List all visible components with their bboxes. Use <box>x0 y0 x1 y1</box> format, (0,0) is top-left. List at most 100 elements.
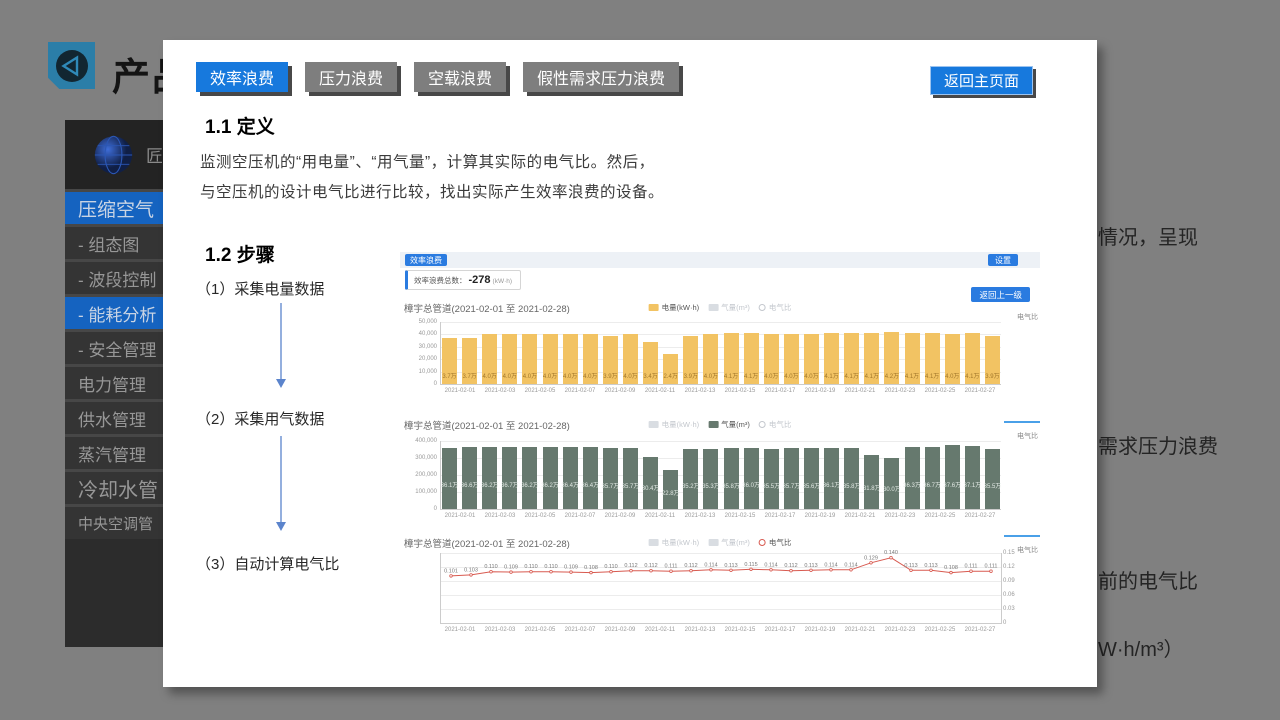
plot-area: 50,00040,00030,00020,00010,00003.7万3.7万4… <box>440 322 1001 385</box>
bar-value-label: 4.0万 <box>523 371 537 380</box>
legend-label: 电气比 <box>769 419 792 430</box>
legend-label: 气量(m³) <box>721 419 750 430</box>
y-tick-label: 300,000 <box>403 455 437 461</box>
bar-value-label: 4.0万 <box>543 371 557 380</box>
right-axis-label: 电气比 <box>1017 312 1038 322</box>
y-tick-label: 0 <box>1003 620 1033 626</box>
content-panel: 效率浪费压力浪费空载浪费假性需求压力浪费 返回主页面 1.1 定义 监测空压机的… <box>163 40 1097 687</box>
bar-value-label: 37.6万 <box>943 480 961 489</box>
x-tick-label: 2021-02-13 <box>680 388 720 394</box>
legend-circle-swatch <box>759 421 766 428</box>
y-tick-label: 100,000 <box>403 489 437 495</box>
x-tick-label: 2021-02-23 <box>880 513 920 519</box>
svg-text:0.103: 0.103 <box>464 567 478 573</box>
cut-text-fragment: 前的电气比 <box>1098 565 1198 594</box>
bar: 4.1万 <box>925 333 940 384</box>
x-tick-label: 2021-02-07 <box>560 388 600 394</box>
bar: 36.7万 <box>925 447 940 509</box>
bar-value-label: 4.2万 <box>885 371 899 380</box>
step-2: （2）采集用气数据 <box>196 408 324 429</box>
svg-text:0.111: 0.111 <box>665 564 678 570</box>
tab-inactive[interactable]: 假性需求压力浪费 <box>523 62 679 92</box>
line-series: 0.1010.1030.1100.1090.1100.1100.1090.108… <box>441 553 1001 623</box>
bar-value-label: 36.7万 <box>923 480 941 489</box>
bar-value-label: 36.0万 <box>742 480 760 489</box>
y-tick-label: 0.06 <box>1003 592 1033 598</box>
definition-line: 监测空压机的“用电量”、“用气量”，计算其实际的电气比。然后， <box>200 148 664 178</box>
y-tick-label: 400,000 <box>403 438 437 444</box>
bar: 3.7万 <box>442 338 457 384</box>
sidebar-item[interactable]: 蒸汽管理 <box>65 434 163 469</box>
bar: 4.0万 <box>764 334 779 384</box>
y-tick-label: 30,000 <box>403 344 437 350</box>
chart-title: 樟宇总管道(2021-02-01 至 2021-02-28) <box>404 418 570 432</box>
svg-text:0.113: 0.113 <box>724 563 737 569</box>
return-home-button[interactable]: 返回主页面 <box>930 66 1033 95</box>
x-tick-label: 2021-02-05 <box>520 513 560 519</box>
x-tick-label: 2021-02-21 <box>840 388 880 394</box>
x-tick-label: 2021-02-19 <box>800 627 840 633</box>
bar-value-label: 3.7万 <box>442 371 456 380</box>
bar-value-label: 3.7万 <box>462 371 476 380</box>
x-tick-label: 2021-02-15 <box>720 513 760 519</box>
x-tick-label: 2021-02-11 <box>640 627 680 633</box>
bar-value-label: 4.0万 <box>563 371 577 380</box>
bar: 30.0万 <box>884 458 899 509</box>
bar-value-label: 35.3万 <box>702 481 720 490</box>
sidebar-item[interactable]: - 组态图 <box>65 224 163 259</box>
svg-text:0.109: 0.109 <box>504 565 518 571</box>
plot-area: 0.150.120.090.060.0300.1010.1030.1100.10… <box>440 553 1002 624</box>
sidebar-item[interactable]: 供水管理 <box>65 399 163 434</box>
legend-label: 电气比 <box>769 302 792 313</box>
back-icon[interactable] <box>48 42 95 89</box>
bar-value-label: 36.1万 <box>823 480 841 489</box>
bar-value-label: 36.2万 <box>521 480 539 489</box>
app-tab-efficiency-waste[interactable]: 效率浪费 <box>405 254 447 266</box>
bar: 35.7万 <box>623 448 638 509</box>
bar: 4.2万 <box>884 332 899 384</box>
x-tick-label: 2021-02-27 <box>960 388 1000 394</box>
tab-inactive[interactable]: 空载浪费 <box>414 62 506 92</box>
tab-inactive[interactable]: 压力浪费 <box>305 62 397 92</box>
bar: 4.0万 <box>563 334 578 384</box>
x-tick-label: 2021-02-13 <box>680 627 720 633</box>
settings-button[interactable]: 设置 <box>988 254 1018 266</box>
bar: 3.9万 <box>985 336 1000 384</box>
bar-value-label: 3.9万 <box>603 371 617 380</box>
bar: 4.0万 <box>502 334 517 384</box>
x-tick-label: 2021-02-17 <box>760 627 800 633</box>
bar-value-label: 35.7万 <box>622 481 640 490</box>
sidebar-item[interactable]: 压缩空气 <box>65 189 163 224</box>
x-tick-label: 2021-02-25 <box>920 627 960 633</box>
svg-text:0.113: 0.113 <box>804 563 817 569</box>
sidebar-item[interactable]: 电力管理 <box>65 364 163 399</box>
legend-circle-swatch <box>759 304 766 311</box>
x-tick-label: 2021-02-05 <box>520 388 560 394</box>
svg-text:0.114: 0.114 <box>824 562 837 568</box>
bar-value-label: 3.4万 <box>643 371 657 380</box>
legend-rect-swatch <box>649 304 659 311</box>
bar: 4.0万 <box>804 334 819 384</box>
bar-value-label: 4.1万 <box>824 371 838 380</box>
sidebar-item[interactable]: - 安全管理 <box>65 329 163 364</box>
summary-unit: (kW·h) <box>493 278 513 285</box>
sidebar-item[interactable]: 冷却水管 <box>65 469 163 504</box>
sidebar-item[interactable]: - 能耗分析 <box>65 294 163 329</box>
sidebar-item[interactable]: - 波段控制 <box>65 259 163 294</box>
bar-value-label: 4.0万 <box>704 371 718 380</box>
legend-label: 气量(m³) <box>721 302 750 313</box>
sidebar-item[interactable]: 中央空调管 <box>65 504 163 539</box>
x-tick-label: 2021-02-25 <box>920 513 960 519</box>
plot-area: 400,000300,000200,000100,000036.1万36.6万3… <box>440 441 1001 510</box>
y-tick-label: 0.09 <box>1003 578 1033 584</box>
chart-ratio-line: 樟宇总管道(2021-02-01 至 2021-02-28) 电量(kW·h)气… <box>400 535 1040 639</box>
bar: 4.1万 <box>824 333 839 384</box>
summary-label: 效率浪费总数： <box>414 275 467 286</box>
x-tick-label: 2021-02-09 <box>600 627 640 633</box>
tab-active[interactable]: 效率浪费 <box>196 62 288 92</box>
app-screenshot: 效率浪费 设置 效率浪费总数： -278 (kW·h) 返回上一级 樟宇总管道(… <box>400 252 1040 642</box>
bar: 35.7万 <box>603 448 618 509</box>
x-tick-label: 2021-02-17 <box>760 388 800 394</box>
section-heading-steps: 1.2 步骤 <box>205 240 275 267</box>
bar-value-label: 3.9万 <box>985 371 999 380</box>
